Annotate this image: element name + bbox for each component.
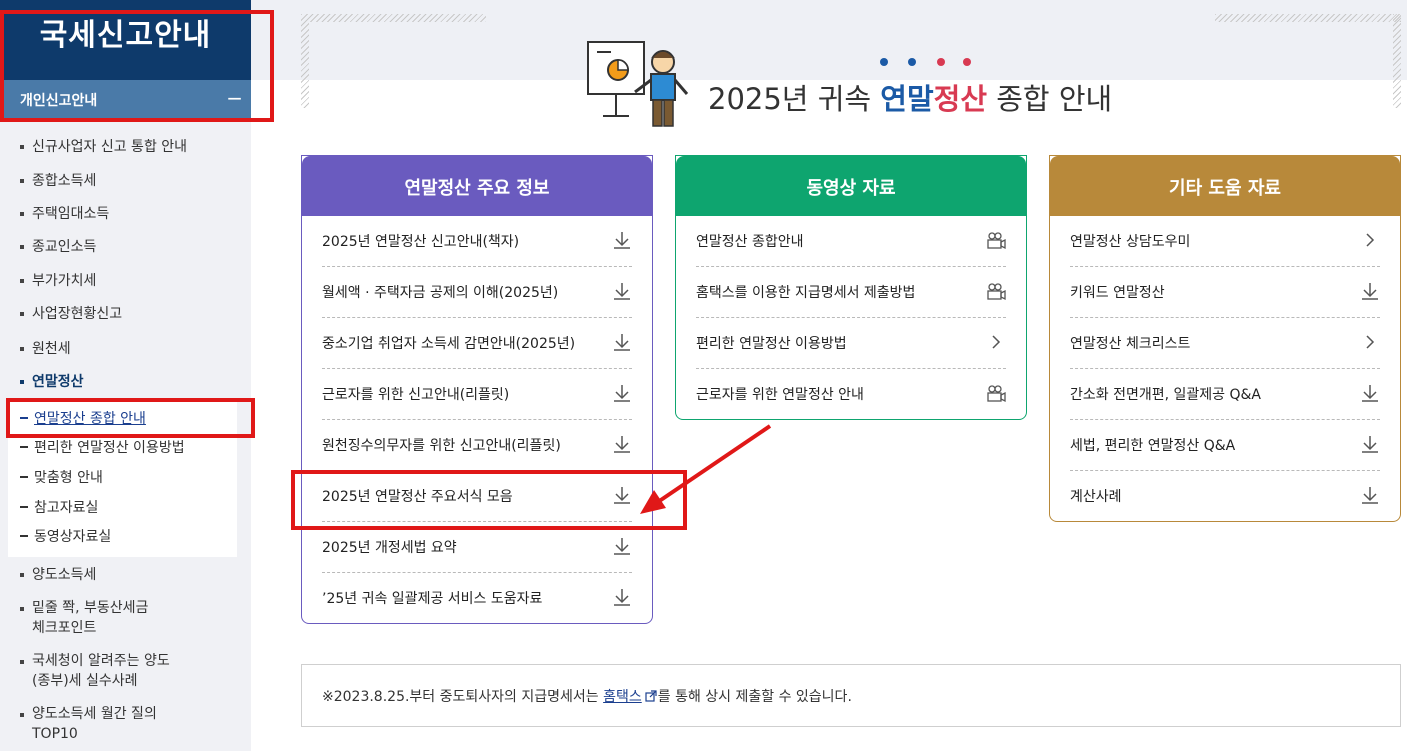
external-link-icon [645, 690, 657, 702]
sidebar-item-new-business[interactable]: 신규사업자 신고 통합 안내 [0, 136, 187, 156]
sidebar-item-mistake-cases[interactable]: 국세청이 알려주는 양도 (종부)세 실수사례 [0, 651, 170, 691]
dash-icon [20, 476, 28, 478]
presenter-illustration [587, 41, 689, 127]
chevron-right-icon[interactable] [1360, 332, 1380, 352]
hometax-link[interactable]: 홈택스 [603, 689, 642, 705]
dash-icon [20, 446, 28, 448]
page-title: 2025년 귀속 연말정산 종합 안내 [708, 82, 1113, 116]
hatch-decoration [301, 14, 486, 22]
resource-link[interactable]: 근로자를 위한 신고안내(리플릿) [322, 369, 632, 420]
resource-label: 홈택스를 이용한 지급명세서 제출방법 [696, 285, 916, 301]
sidebar-item-income-tax[interactable]: 종합소득세 [0, 170, 96, 190]
submenu-item-convenient[interactable]: 편리한 연말정산 이용방법 [20, 437, 185, 457]
download-icon[interactable] [612, 332, 632, 352]
hatch-decoration [1215, 14, 1401, 22]
submenu-item-video[interactable]: 동영상자료실 [20, 526, 111, 546]
download-icon[interactable] [1360, 383, 1380, 403]
sidebar-item-capital-gains[interactable]: 양도소득세 [0, 564, 96, 584]
resource-label: 키워드 연말정산 [1070, 285, 1165, 301]
resource-link[interactable]: ’25년 귀속 일괄제공 서비스 도움자료 [322, 573, 632, 624]
card-title: 기타 도움 자료 [1050, 156, 1400, 216]
resource-label: 세법, 편리한 연말정산 Q&A [1070, 438, 1236, 454]
download-icon[interactable] [1360, 434, 1380, 454]
resource-label: 중소기업 취업자 소득세 감면안내(2025년) [322, 336, 576, 352]
resource-label: 연말정산 종합안내 [696, 234, 804, 250]
resource-link[interactable]: 2025년 연말정산 신고안내(책자) [322, 216, 632, 267]
card-title: 동영상 자료 [676, 156, 1026, 216]
dash-icon [20, 506, 28, 508]
card-other-help: 기타 도움 자료 연말정산 상담도우미키워드 연말정산연말정산 체크리스트간소화… [1049, 155, 1401, 522]
resource-label: 계산사례 [1070, 489, 1122, 505]
resource-link[interactable]: 월세액 · 주택자금 공제의 이해(2025년) [322, 267, 632, 318]
resource-label: 연말정산 체크리스트 [1070, 336, 1191, 352]
video-icon[interactable] [986, 230, 1006, 250]
resource-link[interactable]: 세법, 편리한 연말정산 Q&A [1070, 420, 1380, 471]
resource-label: 간소화 전면개편, 일괄제공 Q&A [1070, 387, 1261, 403]
resource-label: 연말정산 상담도우미 [1070, 234, 1191, 250]
resource-link[interactable]: 원천징수의무자를 위한 신고안내(리플릿) [322, 420, 632, 471]
resource-link[interactable]: 편리한 연말정산 이용방법 [696, 318, 1006, 369]
sidebar-item-realestate-checkpoint[interactable]: 밑줄 쫙, 부동산세금 체크포인트 [0, 598, 148, 638]
resource-link[interactable]: 간소화 전면개편, 일괄제공 Q&A [1070, 369, 1380, 420]
sidebar-item-year-end[interactable]: 연말정산 [0, 371, 84, 391]
resource-link[interactable]: 연말정산 종합안내 [696, 216, 1006, 267]
resource-link[interactable]: 중소기업 취업자 소득세 감면안내(2025년) [322, 318, 632, 369]
resource-label: 원천징수의무자를 위한 신고안내(리플릿) [322, 438, 561, 454]
sidebar-item-business-status[interactable]: 사업장현황신고 [0, 303, 122, 323]
resource-link[interactable]: 계산사례 [1070, 471, 1380, 522]
resource-label: ’25년 귀속 일괄제공 서비스 도움자료 [322, 591, 543, 607]
resource-link[interactable]: 연말정산 상담도우미 [1070, 216, 1380, 267]
hatch-decoration [1393, 14, 1401, 108]
submenu-item-custom[interactable]: 맞춤형 안내 [20, 467, 103, 487]
sidebar-item-monthly-top10[interactable]: 양도소득세 월간 질의 TOP10 [0, 704, 157, 744]
resource-link[interactable]: 홈택스를 이용한 지급명세서 제출방법 [696, 267, 1006, 318]
chevron-right-icon[interactable] [986, 332, 1006, 352]
sidebar-item-withholding[interactable]: 원천세 [0, 338, 71, 358]
resource-link[interactable]: 키워드 연말정산 [1070, 267, 1380, 318]
video-icon[interactable] [986, 383, 1006, 403]
card-title: 연말정산 주요 정보 [302, 156, 652, 216]
annotation-arrow [640, 424, 772, 514]
highlight-box [6, 398, 255, 438]
card-video: 동영상 자료 연말정산 종합안내홈택스를 이용한 지급명세서 제출방법편리한 연… [675, 155, 1027, 420]
notice-text: ※2023.8.25.부터 중도퇴사자의 지급명세서는 [322, 689, 604, 705]
download-icon[interactable] [1360, 281, 1380, 301]
title-dot [908, 58, 916, 66]
resource-link[interactable]: 연말정산 체크리스트 [1070, 318, 1380, 369]
notice-box: ※2023.8.25.부터 중도퇴사자의 지급명세서는 홈택스 를 통해 상시 제… [301, 664, 1401, 727]
sidebar-item-rental-income[interactable]: 주택임대소득 [0, 203, 109, 223]
dash-icon [20, 535, 28, 537]
chevron-right-icon[interactable] [1360, 230, 1380, 250]
download-icon[interactable] [612, 230, 632, 250]
hatch-decoration [301, 14, 309, 108]
download-icon[interactable] [612, 281, 632, 301]
resource-label: 편리한 연말정산 이용방법 [696, 336, 847, 352]
resource-link[interactable]: 근로자를 위한 연말정산 안내 [696, 369, 1006, 420]
download-icon[interactable] [612, 587, 632, 607]
download-icon[interactable] [612, 383, 632, 403]
highlight-box [291, 470, 687, 530]
resource-label: 근로자를 위한 연말정산 안내 [696, 387, 864, 403]
header-band [251, 0, 1407, 80]
resource-label: 근로자를 위한 신고안내(리플릿) [322, 387, 510, 403]
download-icon[interactable] [1360, 485, 1380, 505]
resource-label: 월세액 · 주택자금 공제의 이해(2025년) [322, 285, 559, 301]
sidebar-item-religious-income[interactable]: 종교인소득 [0, 236, 96, 256]
title-dot [880, 58, 888, 66]
title-dot [937, 58, 945, 66]
submenu-item-reference[interactable]: 참고자료실 [20, 497, 98, 517]
title-dot [963, 58, 971, 66]
sidebar-item-vat[interactable]: 부가가치세 [0, 270, 96, 290]
video-icon[interactable] [986, 281, 1006, 301]
download-icon[interactable] [612, 536, 632, 556]
resource-label: 2025년 연말정산 신고안내(책자) [322, 234, 520, 250]
resource-label: 2025년 개정세법 요약 [322, 540, 457, 556]
card-main-info: 연말정산 주요 정보 2025년 연말정산 신고안내(책자) 월세액 · 주택자금… [301, 155, 653, 624]
notice-suffix: 를 통해 상시 제출할 수 있습니다. [657, 689, 852, 705]
highlight-box [0, 10, 274, 122]
download-icon[interactable] [612, 434, 632, 454]
